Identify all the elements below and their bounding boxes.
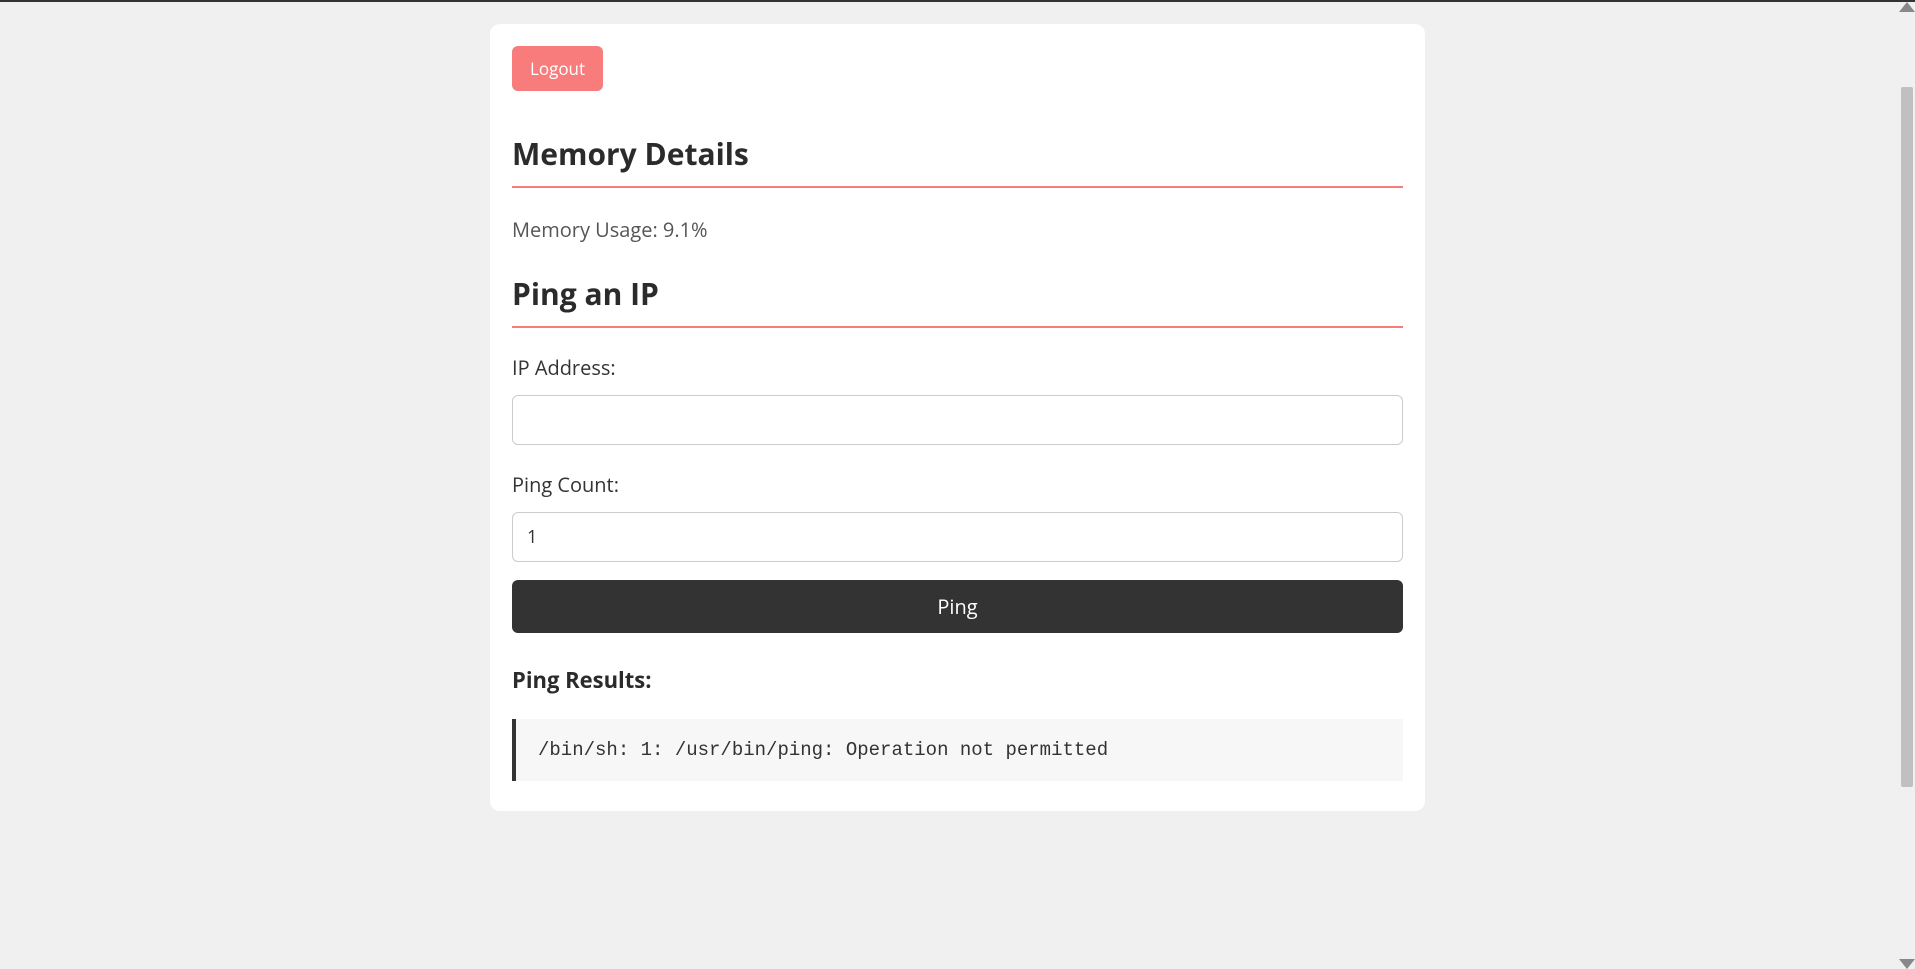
ping-ip-heading: Ping an IP bbox=[512, 273, 1403, 328]
ping-results-output: /bin/sh: 1: /usr/bin/ping: Operation not… bbox=[512, 719, 1403, 781]
ip-address-label: IP Address: bbox=[512, 354, 1403, 381]
scrollbar-thumb[interactable] bbox=[1901, 87, 1913, 787]
ip-address-input[interactable] bbox=[512, 395, 1403, 445]
scrollbar-track[interactable] bbox=[1899, 12, 1915, 957]
ping-results-heading: Ping Results: bbox=[512, 665, 1403, 695]
ping-button[interactable]: Ping bbox=[512, 580, 1403, 633]
ip-address-group: IP Address: bbox=[512, 354, 1403, 445]
scroll-down-arrow[interactable] bbox=[1899, 959, 1915, 969]
memory-usage-text: Memory Usage: 9.1% bbox=[512, 216, 1403, 243]
memory-details-heading: Memory Details bbox=[512, 133, 1403, 188]
main-card: Logout Memory Details Memory Usage: 9.1%… bbox=[490, 24, 1425, 811]
ping-count-label: Ping Count: bbox=[512, 471, 1403, 498]
ping-count-input[interactable] bbox=[512, 512, 1403, 562]
logout-button[interactable]: Logout bbox=[512, 46, 603, 91]
ping-count-group: Ping Count: bbox=[512, 471, 1403, 562]
scroll-up-arrow[interactable] bbox=[1899, 2, 1915, 12]
